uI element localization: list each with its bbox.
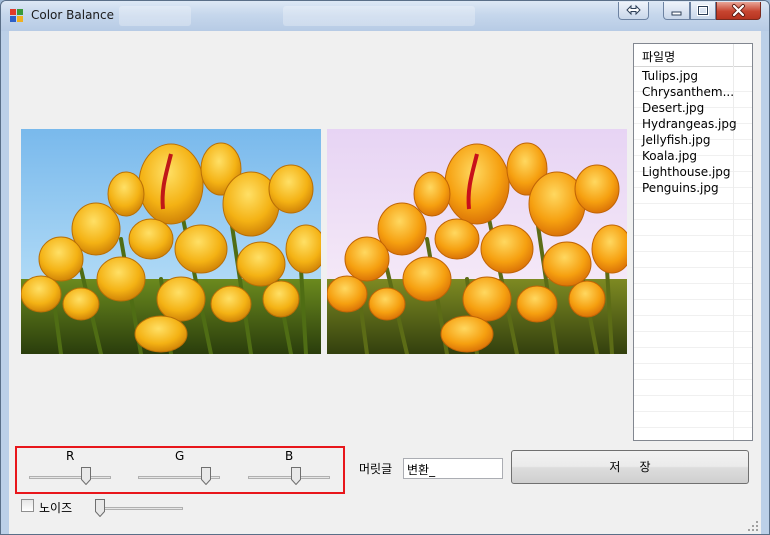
file-list-header[interactable]: 파일명 [634, 44, 752, 67]
original-image [21, 129, 321, 354]
list-item[interactable]: Jellyfish.jpg [642, 133, 711, 147]
background-window-ghost [283, 6, 475, 26]
column-header-filename[interactable]: 파일명 [642, 48, 675, 65]
close-icon [732, 4, 745, 17]
noise-label[interactable]: 노이즈 [39, 499, 72, 516]
slider-thumb[interactable] [201, 467, 212, 485]
list-item[interactable]: Chrysanthem... [642, 85, 734, 99]
list-item[interactable]: Lighthouse.jpg [642, 165, 731, 179]
list-item[interactable]: Hydrangeas.jpg [642, 117, 737, 131]
pin-window-button[interactable] [618, 2, 649, 20]
noise-slider[interactable] [95, 499, 183, 521]
b-label: B [285, 449, 294, 463]
close-button[interactable] [716, 2, 761, 20]
list-item[interactable]: Koala.jpg [642, 149, 697, 163]
g-label: G [175, 449, 185, 463]
resize-grip-icon[interactable] [748, 521, 758, 531]
slider-thumb[interactable] [95, 499, 105, 517]
r-label: R [66, 449, 75, 463]
double-arrow-icon [626, 4, 641, 16]
file-list[interactable]: 파일명 Tulips.jpg Chrysanthem... Desert.jpg… [633, 43, 753, 441]
result-image [327, 129, 627, 354]
window-title: Color Balance [31, 8, 115, 22]
minimize-icon [671, 11, 682, 16]
b-slider[interactable] [248, 466, 330, 488]
maximize-button[interactable] [690, 2, 716, 20]
color-balance-window: Color Balance 파일명 Tulips.jpg Chrysanthem… [0, 0, 770, 535]
title-bar[interactable]: Color Balance [1, 1, 769, 31]
r-slider[interactable] [29, 466, 111, 488]
list-item[interactable]: Desert.jpg [642, 101, 704, 115]
noise-checkbox[interactable] [21, 499, 34, 512]
list-item[interactable]: Tulips.jpg [642, 69, 698, 83]
head-label: 머릿글 [359, 462, 393, 476]
head-textbox[interactable]: 변환_ [403, 458, 503, 479]
slider-thumb[interactable] [80, 467, 91, 485]
client-area: 파일명 Tulips.jpg Chrysanthem... Desert.jpg… [9, 31, 761, 534]
background-window-ghost [119, 6, 191, 26]
maximize-icon [697, 5, 709, 16]
list-item[interactable]: Penguins.jpg [642, 181, 719, 195]
g-slider[interactable] [138, 466, 220, 488]
slider-thumb[interactable] [291, 467, 302, 485]
minimize-button[interactable] [663, 2, 690, 20]
app-icon [10, 9, 24, 23]
save-button[interactable]: 저 장 [511, 450, 749, 484]
